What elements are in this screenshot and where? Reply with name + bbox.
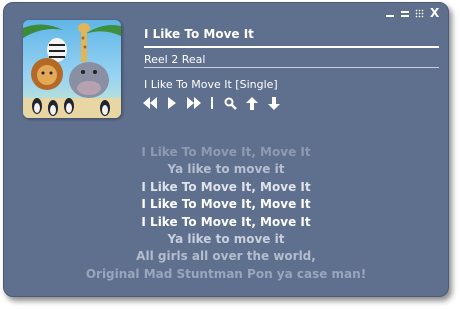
lyric-line: I Like To Move It, Move It bbox=[141, 214, 311, 229]
minimize-icon[interactable] bbox=[385, 9, 394, 18]
lyrics-panel: I Like To Move It, Move It Ya like to mo… bbox=[4, 144, 448, 283]
thumb-up-icon[interactable] bbox=[245, 96, 259, 110]
lyric-line: All girls all over the world, bbox=[136, 249, 316, 264]
search-icon[interactable] bbox=[223, 96, 237, 110]
track-title: I Like To Move It bbox=[144, 27, 254, 41]
next-icon[interactable] bbox=[187, 96, 201, 110]
close-icon[interactable]: X bbox=[430, 7, 439, 19]
album-art bbox=[23, 20, 121, 118]
track-artist: Reel 2 Real bbox=[144, 53, 206, 66]
grid-icon[interactable] bbox=[415, 9, 424, 18]
thumb-down-icon[interactable] bbox=[267, 96, 281, 110]
lyric-line: Original Mad Stuntman Pon ya case man! bbox=[85, 266, 367, 281]
lyric-line: I Like To Move It, Move It bbox=[141, 179, 311, 194]
lyric-line-current: I Like To Move It, Move It bbox=[141, 197, 311, 212]
lyric-line: Ya like to move it bbox=[167, 232, 285, 247]
controls-separator bbox=[211, 97, 213, 109]
lyric-line: Ya like to move it bbox=[167, 162, 285, 177]
album-art-image bbox=[23, 20, 121, 118]
play-icon[interactable] bbox=[165, 96, 179, 110]
artist-divider bbox=[144, 67, 439, 68]
previous-icon[interactable] bbox=[143, 96, 157, 110]
restore-icon[interactable] bbox=[400, 9, 409, 18]
lyrics-player-window: X I Like To Move It Reel 2 Real I Like T… bbox=[3, 2, 449, 297]
window-controls: X bbox=[385, 7, 439, 19]
player-controls bbox=[143, 95, 281, 111]
track-album: I Like To Move It [Single] bbox=[144, 78, 278, 91]
lyric-line: I Like To Move It, Move It bbox=[141, 145, 311, 159]
title-divider bbox=[144, 46, 439, 48]
